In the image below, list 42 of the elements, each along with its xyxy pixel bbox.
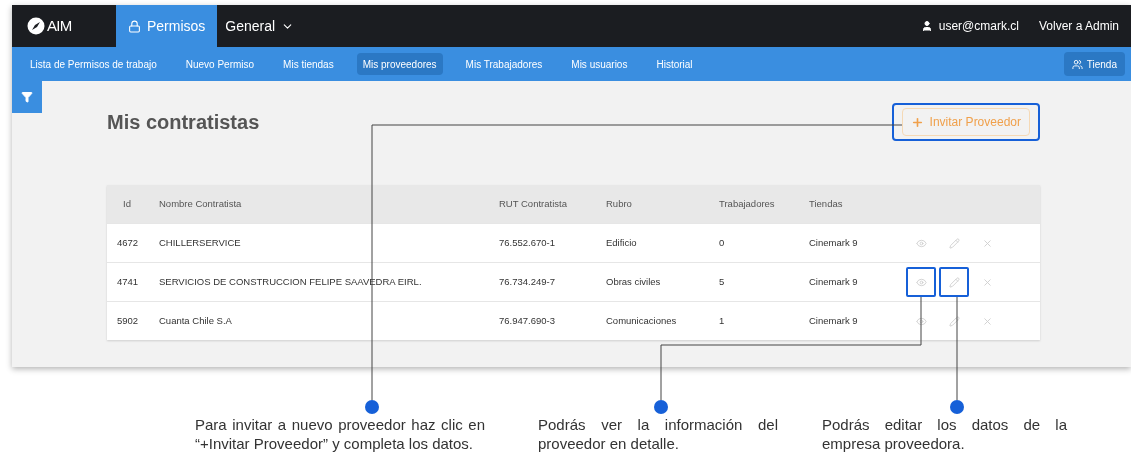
table-cell: Comunicaciones: [606, 314, 677, 326]
column-header: Rubro: [606, 197, 632, 209]
table-cell: Cinemark 9: [809, 275, 858, 287]
table-cell: 76.947.690-3: [499, 314, 555, 326]
table-cell: Obras civiles: [606, 275, 661, 287]
table-cell: 1: [719, 314, 725, 326]
page-title: Mis contratistas: [107, 110, 260, 135]
table-cell: 5902: [117, 314, 139, 326]
table-cell: Cuanta Chile S.A: [159, 314, 232, 326]
table-cell: Cinemark 9: [809, 314, 858, 326]
admin-link[interactable]: Volver a Admin: [1038, 17, 1119, 35]
table-cell: CHILLERSERVICE: [159, 236, 241, 248]
column-header: Tiendas: [809, 197, 843, 209]
sub-nav-item[interactable]: Nuevo Permiso: [179, 53, 261, 75]
table-cell: 76.552.670-1: [499, 236, 555, 248]
table-cell: SERVICIOS DE CONSTRUCCION FELIPE SAAVEDRA EIRL.: [159, 275, 422, 287]
sub-nav-item[interactable]: Mis tiendas: [277, 53, 340, 75]
column-header: RUT Contratista: [499, 197, 567, 209]
table-cell: 5: [719, 275, 725, 287]
sub-nav-item[interactable]: Mis proveedores: [356, 53, 443, 75]
user-email: user@cmark.cl: [938, 18, 1019, 35]
store-button[interactable]: Tienda: [1063, 52, 1125, 76]
table-cell: 4741: [117, 275, 139, 287]
table-cell: Edificio: [606, 236, 637, 248]
nav-tab[interactable]: General: [217, 5, 303, 47]
column-header: Nombre Contratista: [159, 197, 242, 209]
column-header: Trabajadores: [719, 197, 775, 209]
annotation-text: Podrás editar los datos de la empresa proveedora.: [822, 415, 1067, 453]
annotation-text: Para invitar a nuevo proveedor haz clic en “+Invitar Proveedor” y completa los datos.: [195, 415, 485, 453]
table-cell: 76.734.249-7: [499, 275, 555, 287]
table-cell: 4672: [117, 236, 139, 248]
sub-nav-item[interactable]: Mis usuarios: [565, 53, 634, 75]
invite-button[interactable]: Invitar Proveedor: [891, 103, 1040, 141]
sub-nav-item[interactable]: Lista de Permisos de trabajo: [24, 53, 163, 75]
nav-tab[interactable]: Permisos: [116, 5, 218, 47]
column-header: Id: [123, 197, 131, 209]
annotation-text: Podrás ver la información del proveedor en detalle.: [538, 415, 778, 453]
table-cell: 0: [719, 236, 725, 248]
logo-text: AIM: [47, 15, 72, 36]
sub-nav-item[interactable]: Mis Trabajadores: [459, 53, 549, 75]
sub-nav-item[interactable]: Historial: [650, 53, 699, 75]
table-cell: Cinemark 9: [809, 236, 858, 248]
